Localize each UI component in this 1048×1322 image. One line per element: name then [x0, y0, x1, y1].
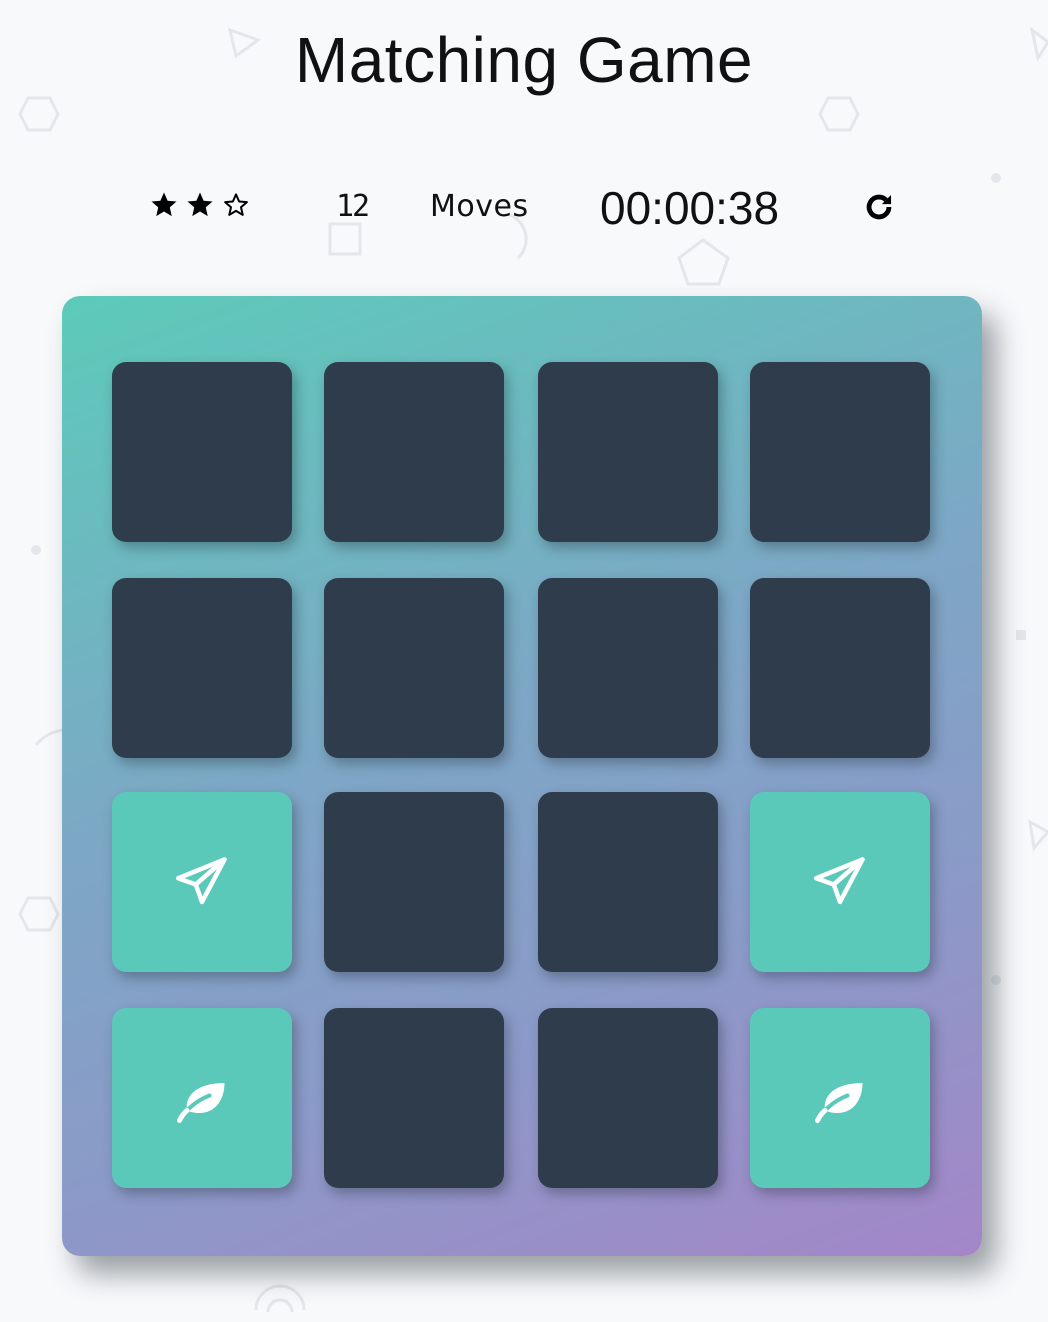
card-matched[interactable] — [112, 1008, 292, 1188]
page-title: Matching Game — [294, 24, 754, 96]
card[interactable] — [324, 362, 504, 542]
leaf-icon — [177, 1083, 225, 1123]
star-outline-icon — [220, 190, 252, 220]
paper-plane-icon — [814, 857, 865, 905]
card[interactable] — [538, 1008, 718, 1188]
card-matched[interactable] — [750, 1008, 930, 1188]
card[interactable] — [538, 362, 718, 542]
card[interactable] — [750, 578, 930, 758]
restart-button[interactable] — [862, 190, 896, 224]
card[interactable] — [324, 792, 504, 972]
card[interactable] — [112, 578, 292, 758]
timer: 00:00:38 — [600, 182, 780, 234]
card-deck — [62, 296, 982, 1256]
moves-count: 12 — [336, 189, 370, 224]
star-filled-icon — [148, 190, 180, 220]
card[interactable] — [538, 792, 718, 972]
moves-label: Moves — [430, 189, 529, 224]
restart-icon — [866, 194, 892, 220]
card[interactable] — [324, 578, 504, 758]
score-panel: 12 Moves 00:00:38 — [0, 178, 1048, 238]
card[interactable] — [538, 578, 718, 758]
card[interactable] — [750, 362, 930, 542]
card-matched[interactable] — [750, 792, 930, 972]
star-filled-icon — [184, 190, 216, 220]
card[interactable] — [112, 362, 292, 542]
card-matched[interactable] — [112, 792, 292, 972]
star-rating — [148, 190, 252, 220]
leaf-icon — [815, 1083, 863, 1123]
paper-plane-icon — [176, 857, 227, 905]
card[interactable] — [324, 1008, 504, 1188]
